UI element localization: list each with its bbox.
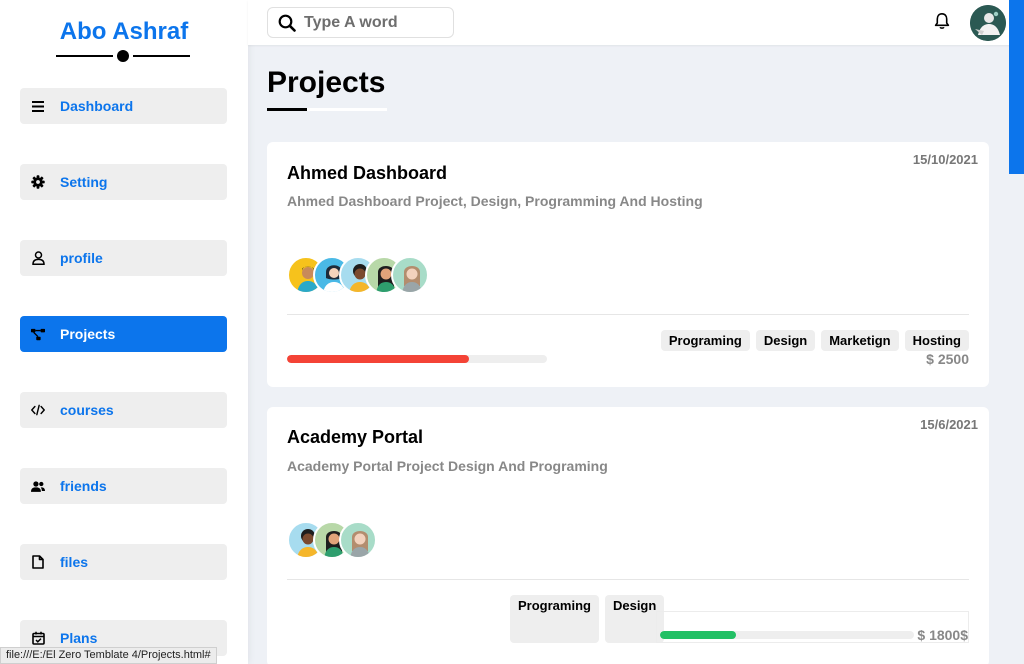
user-icon [31, 251, 45, 265]
gear-icon [31, 175, 45, 189]
search-input[interactable] [304, 13, 454, 32]
tag-design[interactable]: Design [755, 330, 816, 351]
sidebar-item-dashboard[interactable]: Dashboard [20, 88, 227, 124]
project-price: $ 1800$ [917, 627, 968, 643]
sidebar-item-setting[interactable]: Setting [20, 164, 227, 200]
sidebar: Abo Ashraf Dashboard Setting profile Pro… [0, 0, 248, 664]
sidebar-item-label: Dashboard [60, 98, 134, 114]
project-tags: Programing Design Marketign Hosting [660, 330, 969, 351]
card-divider [287, 579, 969, 580]
project-tags: Programing Design [510, 595, 665, 643]
sidebar-item-friends[interactable]: friends [20, 468, 227, 504]
project-description: Ahmed Dashboard Project, Design, Program… [287, 193, 703, 209]
project-description: Academy Portal Project Design And Progra… [287, 458, 608, 474]
project-price: $ 2500 [926, 351, 969, 367]
top-header [248, 0, 1024, 45]
users-icon [31, 479, 45, 493]
code-icon [31, 403, 45, 417]
team-avatars [287, 256, 429, 294]
project-card: 15/6/2021 Academy Portal Academy Portal … [267, 407, 989, 664]
team-avatars [287, 521, 377, 559]
calendar-check-icon [31, 631, 45, 645]
tag-hosting[interactable]: Hosting [904, 330, 969, 351]
sidebar-item-label: courses [60, 402, 114, 418]
sidebar-item-courses[interactable]: courses [20, 392, 227, 428]
project-card: 15/10/2021 Ahmed Dashboard Ahmed Dashboa… [267, 142, 989, 387]
progress-fill [660, 631, 737, 639]
brand-divider-right [133, 55, 190, 57]
team-member-avatar[interactable] [391, 256, 429, 294]
scrollbar-thumb[interactable] [1009, 0, 1024, 174]
page-title: Projects [267, 66, 386, 99]
sidebar-item-profile[interactable]: profile [20, 240, 227, 276]
sidebar-item-projects[interactable]: Projects [20, 316, 227, 352]
menu-icon [31, 99, 45, 113]
sidebar-item-label: Plans [60, 630, 98, 646]
tag-programing[interactable]: Programing [510, 595, 599, 643]
team-member-avatar[interactable] [339, 521, 377, 559]
project-date: 15/10/2021 [912, 152, 978, 167]
sidebar-item-label: files [60, 554, 89, 570]
sidebar-item-label: friends [60, 478, 107, 494]
project-diagram-icon [31, 327, 45, 341]
tag-marketign[interactable]: Marketign [821, 330, 899, 351]
brand-divider-dot [117, 50, 129, 62]
project-title: Ahmed Dashboard [287, 163, 448, 183]
search-box[interactable] [267, 7, 454, 38]
project-date: 15/6/2021 [920, 417, 978, 432]
file-icon [31, 555, 45, 569]
project-title: Academy Portal [287, 427, 424, 447]
browser-status-bar: file:///E:/El Zero Temblate 4/Projects.h… [0, 647, 217, 664]
sidebar-item-label: profile [60, 250, 103, 266]
title-underline-accent [267, 108, 307, 111]
sidebar-item-files[interactable]: files [20, 544, 227, 580]
card-divider [287, 314, 969, 315]
progress-bar [287, 355, 547, 363]
bell-icon[interactable] [933, 12, 951, 30]
progress-bar [660, 631, 914, 639]
brand-divider-left [56, 55, 113, 57]
sidebar-item-label: Setting [60, 174, 108, 190]
avatar[interactable] [970, 5, 1006, 41]
search-icon [278, 14, 296, 32]
progress-fill [287, 355, 469, 363]
brand-name: Abo Ashraf [59, 18, 189, 45]
sidebar-item-label: Projects [60, 326, 116, 342]
tag-programing[interactable]: Programing [660, 330, 750, 351]
